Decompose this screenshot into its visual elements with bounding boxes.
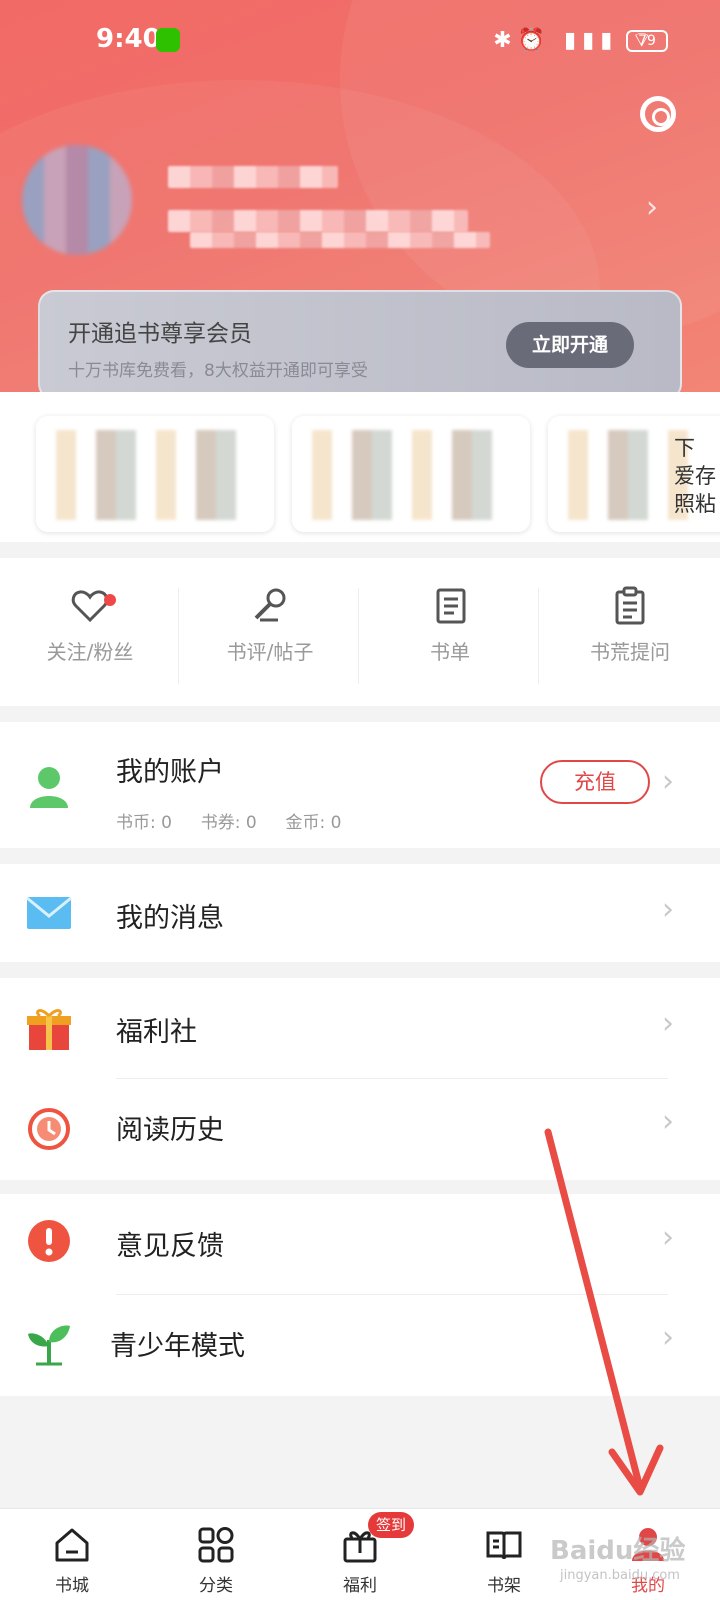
quick-actions: 关注/粉丝 书评/帖子 书单 书荒提问 [0,558,720,706]
book-cover-blurred [568,430,688,520]
home-icon [55,1528,89,1562]
book-cover-blurred [312,430,512,520]
category-icon [198,1527,234,1563]
vip-banner[interactable]: 开通追书尊享会员 十万书库免费看，8大权益开通即可享受 立即开通 [38,290,682,400]
gift-box-icon [27,1009,71,1050]
feedback-row[interactable]: 意见反馈 › [0,1194,720,1292]
vip-subtitle: 十万书库免费看，8大权益开通即可享受 [68,361,368,381]
chevron-right-icon: › [662,1220,674,1255]
chevron-right-icon: › [662,1320,674,1355]
user-info-blurred [168,210,468,232]
sign-in-badge: 签到 [368,1512,415,1538]
vip-title: 开通追书尊享会员 [68,321,252,347]
tab-label: 分类 [199,1576,233,1596]
user-info-blurred [190,232,490,248]
account-section: 我的账户 书币: 0 书券: 0 金币: 0 充值 › [0,722,720,848]
bookshelf-icon [486,1531,522,1560]
mail-envelope-icon [26,896,72,929]
tab-label: 福利 [343,1576,377,1596]
open-vip-button[interactable]: 立即开通 [506,322,634,368]
notification-dot [104,594,116,606]
my-account-row[interactable]: 我的账户 书币: 0 书券: 0 金币: 0 充值 › [0,722,720,848]
quick-booklist[interactable]: 书单 [360,558,540,706]
book-card[interactable]: 下爱存 照粘 [548,416,720,532]
welfare-section: 福利社 › 阅读历史 › [0,978,720,1180]
username-blurred [168,166,338,188]
tab-label: 书架 [487,1576,521,1596]
reading-history-label: 阅读历史 [116,1115,224,1146]
quick-follow-fans[interactable]: 关注/粉丝 [0,558,180,706]
welfare-label: 福利社 [116,1017,197,1048]
book-card[interactable] [36,416,274,532]
tab-category[interactable]: 分类 [144,1509,288,1600]
quick-label: 书单 [430,640,470,664]
recommended-books: 下爱存 照粘 [0,392,720,542]
divider [538,588,539,684]
wechat-icon [156,28,180,52]
settings-gear-icon[interactable] [640,96,676,132]
battery-icon: 79 [626,30,668,52]
account-balances: 书币: 0 书券: 0 金币: 0 [116,808,341,833]
my-messages-row[interactable]: 我的消息 › [0,864,720,962]
divider [116,1078,668,1079]
coins-balance: 书币: 0 [116,813,172,833]
tab-label: 书城 [55,1576,89,1596]
profile-header: 9:40 ✱⏰ ▮▮▮ ⌔ 79 › 开通追书尊享会员 十万书库免费看，8大权益… [0,0,720,400]
teen-mode-label: 青少年模式 [110,1331,245,1362]
quick-label: 关注/粉丝 [46,640,134,664]
book-card-text: 下爱存 照粘 [674,436,716,516]
my-messages-label: 我的消息 [116,903,224,934]
divider [116,1294,668,1295]
quick-book-request[interactable]: 书荒提问 [540,558,720,706]
my-account-title: 我的账户 [116,757,224,788]
quick-label: 书评/帖子 [226,640,314,664]
booklist-icon [436,588,466,624]
history-clock-icon [28,1108,70,1150]
clipboard-icon [615,586,645,625]
vouchers-balance: 书券: 0 [200,813,257,833]
settings-section: 意见反馈 › 青少年模式 › [0,1194,720,1396]
status-time: 9:40 [96,24,161,54]
chevron-right-icon: › [662,892,674,927]
gold-balance: 金币: 0 [285,813,342,833]
sprout-icon [28,1325,70,1366]
divider [358,588,359,684]
welfare-row[interactable]: 福利社 › [0,978,720,1076]
book-cover-blurred [56,430,256,520]
heart-icon [71,590,109,623]
chevron-right-icon: › [662,1104,674,1139]
chevron-right-icon: › [662,764,674,799]
tab-bookstore[interactable]: 书城 [0,1509,144,1600]
avatar[interactable] [22,145,132,255]
divider [178,588,179,684]
book-card[interactable] [292,416,530,532]
exclamation-icon [28,1220,70,1262]
status-bar: 9:40 ✱⏰ ▮▮▮ ⌔ 79 [0,22,720,62]
reading-history-row[interactable]: 阅读历史 › [0,1080,720,1178]
feedback-label: 意见反馈 [116,1231,224,1262]
quick-reviews-posts[interactable]: 书评/帖子 [180,558,360,706]
chevron-right-icon: › [662,1006,674,1041]
chevron-right-icon[interactable]: › [646,190,658,225]
recharge-button[interactable]: 充值 [540,760,650,804]
quick-label: 书荒提问 [590,640,670,664]
messages-section: 我的消息 › [0,864,720,962]
account-person-icon [30,767,68,808]
watermark-brand: Baidu经验 [550,1536,686,1566]
watermark-url: jingyan.baidu.com [560,1568,680,1583]
microphone-icon [254,588,286,622]
teen-mode-row[interactable]: 青少年模式 › [0,1296,720,1394]
